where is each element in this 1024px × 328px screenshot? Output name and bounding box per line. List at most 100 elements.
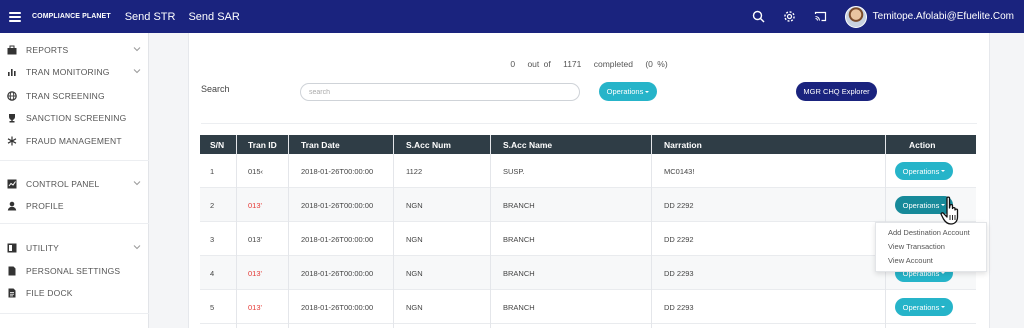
table-row: 5 013' 2018-01-26T00:00:00 NGN BRANCH DD… <box>200 290 976 324</box>
sidebar-item-label: CONTROL PANEL <box>26 179 100 189</box>
sidebar-item-label: TRAN MONITORING <box>26 67 110 77</box>
cell-sacc-num: NGN <box>406 235 423 244</box>
cell-sn: 4 <box>210 269 215 278</box>
sidebar-item-utility[interactable]: UTILITY <box>0 240 149 256</box>
chevron-down-icon <box>133 47 141 52</box>
sidebar-item-file-dock[interactable]: FILE DOCK <box>0 285 149 301</box>
cast-icon[interactable] <box>814 10 828 24</box>
row-operations-label: Operations <box>902 166 940 176</box>
send-str-link[interactable]: Send STR <box>125 11 176 23</box>
cell-tran-date: 2018-01-26T00:00:00 <box>301 235 374 244</box>
col-narration: Narration <box>664 140 702 150</box>
search-input[interactable] <box>300 83 580 101</box>
progress-total: 1171 <box>563 59 582 69</box>
column-divider <box>288 135 289 328</box>
progress-percent: (0 %) <box>645 59 668 69</box>
cell-tran-id: 015‹ <box>248 167 264 176</box>
column-divider <box>490 135 491 328</box>
table-row: 2 013' 2018-01-26T00:00:00 NGN BRANCH DD… <box>200 188 976 222</box>
progress-out-of: out of <box>527 59 551 69</box>
sidebar-item-control-panel[interactable]: CONTROL PANEL <box>0 176 149 192</box>
search-icon[interactable] <box>752 10 766 24</box>
sidebar-item-label: PROFILE <box>26 201 64 211</box>
cell-tran-id[interactable]: 013' <box>248 303 262 312</box>
mgr-chq-explorer-button[interactable]: MGR CHQ Explorer <box>796 82 877 101</box>
sidebar-item-personal-settings[interactable]: PERSONAL SETTINGS <box>0 263 149 279</box>
progress-summary: 0 out of 1171 completed (0 %) <box>189 59 989 69</box>
menu-item-add-destination-account[interactable]: Add Destination Account <box>888 228 970 237</box>
cell-sn: 3 <box>210 235 215 244</box>
chevron-down-icon <box>133 181 141 186</box>
cell-tran-id[interactable]: 013' <box>248 269 262 278</box>
row-operations-button[interactable]: Operations <box>895 298 953 316</box>
cell-sacc-num: NGN <box>406 201 423 210</box>
snowflake-icon <box>7 136 17 146</box>
search-label: Search <box>201 84 230 94</box>
gear-icon[interactable] <box>783 10 797 24</box>
sidebar-item-label: TRAN SCREENING <box>26 91 105 101</box>
file-text-icon <box>7 288 17 298</box>
cell-sacc-name: BRANCH <box>503 303 535 312</box>
sidebar-item-fraud-management[interactable]: FRAUD MANAGEMENT <box>0 133 149 149</box>
sidebar-item-tran-screening[interactable]: TRAN SCREENING <box>0 88 149 104</box>
cell-tran-date: 2018-01-26T00:00:00 <box>301 201 374 210</box>
cell-sacc-num: NGN <box>406 269 423 278</box>
cell-sn: 5 <box>210 303 215 312</box>
line-chart-icon <box>7 179 17 189</box>
cell-tran-id[interactable]: 013' <box>248 201 262 210</box>
top-navbar: COMPLIANCE PLANET Send STR Send SAR Temi… <box>0 0 1024 33</box>
username[interactable]: Temitope.Afolabi@Efuelite.Com <box>873 11 1014 22</box>
col-tran-id: Tran ID <box>248 140 277 150</box>
operations-button[interactable]: Operations <box>599 82 657 101</box>
chevron-down-icon <box>133 245 141 250</box>
operations-button-label: Operations <box>606 87 644 96</box>
sidebar-item-label: REPORTS <box>26 45 69 55</box>
sidebar-item-label: PERSONAL SETTINGS <box>26 266 121 276</box>
col-action: Action <box>909 140 936 150</box>
caret-down-icon <box>941 306 946 308</box>
sidebar: REPORTS TRAN MONITORING TRAN SCREENING S… <box>0 33 149 328</box>
cell-narration: DD 2292 <box>664 235 694 244</box>
cell-narration: MC0143! <box>664 167 695 176</box>
sidebar-item-label: FRAUD MANAGEMENT <box>26 136 122 146</box>
cell-tran-date: 2018-01-26T00:00:00 <box>301 269 374 278</box>
cell-tran-id: 013' <box>248 235 262 244</box>
progress-done: 0 <box>510 59 516 69</box>
sidebar-item-tran-monitoring[interactable]: TRAN MONITORING <box>0 64 149 80</box>
sidebar-divider <box>0 223 149 224</box>
caret-down-icon <box>941 272 946 274</box>
cell-sacc-name: SUSP. <box>503 167 525 176</box>
column-divider <box>651 135 652 328</box>
sidebar-item-reports[interactable]: REPORTS <box>0 42 149 58</box>
sidebar-divider <box>0 313 149 314</box>
divider <box>201 123 977 124</box>
sidebar-item-sanction-screening[interactable]: SANCTION SCREENING <box>0 110 149 126</box>
column-divider <box>236 135 237 328</box>
col-sacc-num: S.Acc Num <box>406 140 451 150</box>
cell-narration: DD 2292 <box>664 201 694 210</box>
cell-narration: DD 2293 <box>664 303 694 312</box>
send-sar-link[interactable]: Send SAR <box>188 11 239 23</box>
trophy-icon <box>7 113 17 123</box>
sidebar-item-label: FILE DOCK <box>26 288 73 298</box>
cell-tran-date: 2018-01-26T00:00:00 <box>301 303 374 312</box>
cell-sacc-num: NGN <box>406 303 423 312</box>
row-operations-button[interactable]: Operations <box>895 162 953 180</box>
sidebar-item-profile[interactable]: PROFILE <box>0 198 149 214</box>
briefcase-icon <box>7 45 17 55</box>
avatar[interactable] <box>844 5 867 28</box>
col-tran-date: Tran Date <box>301 140 340 150</box>
cell-sacc-name: BRANCH <box>503 269 535 278</box>
row-operations-label: Operations <box>902 200 940 210</box>
globe-icon <box>7 91 17 101</box>
menu-item-view-transaction[interactable]: View Transaction <box>888 242 945 251</box>
column-divider <box>393 135 394 328</box>
menu-item-view-account[interactable]: View Account <box>888 256 933 265</box>
sidebar-divider <box>0 160 149 161</box>
hamburger-menu-icon[interactable] <box>9 11 21 22</box>
caret-down-icon <box>645 90 650 93</box>
table-row: 1 015‹ 2018-01-26T00:00:00 1122 SUSP. MC… <box>200 154 976 188</box>
cell-sacc-num: 1122 <box>406 167 423 176</box>
sidebar-item-label: UTILITY <box>26 243 60 253</box>
hand-cursor-icon <box>940 196 959 225</box>
